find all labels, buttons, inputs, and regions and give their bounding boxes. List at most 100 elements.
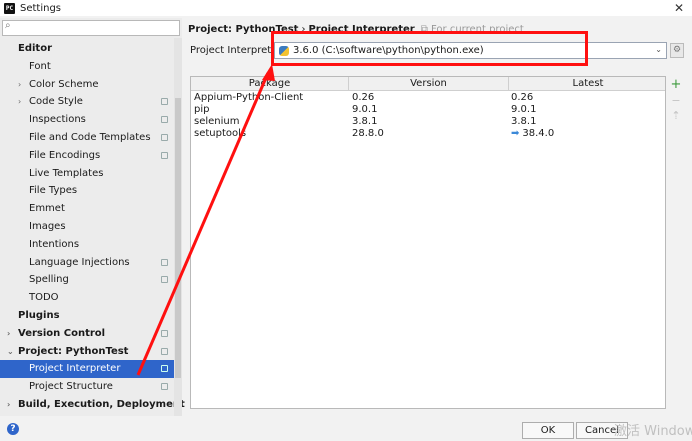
project-scope-icon [161,329,168,337]
sidebar-item-label: Live Templates [29,167,104,179]
package-latest-cell: 3.8.1 [511,116,536,128]
sidebar-scrollbar[interactable] [174,38,182,416]
sidebar-item-plugins[interactable]: Plugins [0,307,174,325]
sidebar-item-images[interactable]: Images [0,218,174,236]
project-scope-icon [161,347,168,355]
package-version-cell: 0.26 [352,92,374,104]
sidebar-item-label: Project Interpreter [29,363,121,375]
ok-button[interactable]: OK [522,422,574,439]
sidebar-item-label: Project Structure [29,381,113,393]
package-version-cell: 28.8.0 [352,128,384,140]
sidebar-item-label: Language Injections [29,256,130,268]
package-latest-cell-text: 3.8.1 [511,116,537,127]
annotation-highlight-box [271,31,588,66]
sidebar-item-version-control[interactable]: › Version Control [0,325,174,343]
sidebar-item-label: Version Control [18,327,106,339]
package-latest-cell: 0.26 [511,92,533,104]
sidebar-item-font[interactable]: Font [0,58,174,76]
package-latest-cell-text: 9.0.1 [511,104,537,115]
table-row[interactable]: selenium 3.8.1 3.8.1 [191,116,665,128]
gear-icon[interactable]: ⚙ [670,43,684,58]
chevron-right-icon[interactable]: › [7,325,10,343]
table-row[interactable]: setuptools 28.8.0 ➡ 38.4.0 [191,128,665,140]
package-name-cell-text: pip [194,104,210,115]
settings-tree: Editor Font › Color Scheme › Code Style Inspec… [0,40,185,414]
add-package-icon[interactable]: + [668,78,684,92]
project-scope-icon [161,276,168,284]
table-header: Package Version Latest [191,77,665,91]
column-header-latest[interactable]: Latest [509,77,667,91]
sidebar-item-label: Emmet [29,203,65,215]
settings-sidebar: ⌕ Editor Font › Color Scheme › Code Style Insp… [0,18,185,416]
chevron-down-icon: ⌄ [655,45,662,54]
upgrade-available-icon: ➡ [511,128,520,139]
sidebar-item-label: File and Code Templates [29,131,151,143]
sidebar-item-label: Color Scheme [29,78,99,90]
sidebar-item-spelling[interactable]: Spelling [0,271,174,289]
main-panel: Project: PythonTest › Project Interpreter ⧉… [182,18,692,416]
project-scope-icon [161,151,168,159]
package-name-cell-text: Appium-Python-Client [194,92,304,103]
project-scope-icon [161,98,168,106]
column-header-version[interactable]: Version [349,77,509,91]
sidebar-item-label: Project: PythonTest [18,345,129,357]
sidebar-item-color-scheme[interactable]: › Color Scheme [0,76,174,94]
sidebar-item-project-interpreter[interactable]: Project Interpreter [0,360,174,379]
sidebar-item-label: Editor [18,43,52,54]
packages-table: Package Version Latest Appium-Python-Cli… [190,76,666,409]
table-row[interactable]: Appium-Python-Client 0.26 0.26 [191,92,665,104]
sidebar-item-emmet[interactable]: Emmet [0,200,174,218]
window-title: Settings [20,2,62,14]
package-name-cell: selenium [194,116,240,128]
sidebar-item-live-templates[interactable]: Live Templates [0,165,174,183]
project-scope-icon [161,383,168,391]
table-row[interactable]: pip 9.0.1 9.0.1 [191,104,665,116]
sidebar-item-project-pythontest[interactable]: ⌄ Project: PythonTest [0,343,174,361]
chevron-right-icon[interactable]: › [7,396,10,414]
sidebar-item-editor[interactable]: Editor [0,40,174,58]
close-icon[interactable]: ✕ [674,0,684,16]
help-icon[interactable]: ? [7,423,19,435]
package-latest-cell-text: 0.26 [511,92,534,103]
sidebar-item-label: Spelling [29,274,69,286]
sidebar-item-code-style[interactable]: › Code Style [0,93,174,111]
upgrade-package-icon[interactable]: ⇡ [668,109,684,123]
dialog-footer: ? OK Cancel 激活 Window [0,418,692,441]
package-version-cell-text: 0.26 [352,92,375,103]
sidebar-item-file-and-code-templates[interactable]: File and Code Templates [0,129,174,147]
sidebar-item-label: Plugins [18,309,60,321]
sidebar-item-file-encodings[interactable]: File Encodings [0,147,174,165]
sidebar-item-label: File Types [29,185,78,197]
activation-watermark: 激活 Window [614,424,692,439]
sidebar-item-build-execution-deployment[interactable]: › Build, Execution, Deployment [0,396,185,414]
sidebar-item-label: TODO [29,292,59,304]
column-header-package[interactable]: Package [191,77,349,91]
sidebar-item-todo[interactable]: TODO [0,289,174,307]
project-scope-icon [161,365,168,373]
package-latest-cell-text: 38.4.0 [522,128,555,139]
package-name-cell: setuptools [194,128,246,140]
package-latest-cell: 9.0.1 [511,104,536,116]
remove-package-icon[interactable]: − [668,94,684,108]
package-version-cell: 9.0.1 [352,104,377,116]
package-name-cell: pip [194,104,209,116]
sidebar-item-file-types[interactable]: File Types [0,182,174,200]
sidebar-item-project-structure[interactable]: Project Structure [0,378,174,396]
chevron-right-icon[interactable]: › [18,93,21,111]
chevron-down-icon[interactable]: ⌄ [7,343,14,361]
sidebar-item-language-injections[interactable]: Language Injections [0,254,174,272]
package-version-cell-text: 28.8.0 [352,128,384,139]
settings-search-input[interactable]: ⌕ [2,20,180,36]
sidebar-item-intentions[interactable]: Intentions [0,236,174,254]
scrollbar-thumb[interactable] [175,98,181,378]
sidebar-item-inspections[interactable]: Inspections [0,111,174,129]
project-scope-icon [161,116,168,124]
package-version-cell: 3.8.1 [352,116,377,128]
package-name-cell: Appium-Python-Client [194,92,303,104]
package-name-cell-text: setuptools [194,128,247,139]
chevron-right-icon[interactable]: › [18,76,21,94]
sidebar-item-label: File Encodings [29,149,101,161]
package-latest-cell: ➡ 38.4.0 [511,128,554,140]
project-scope-icon [161,258,168,266]
sidebar-item-label: Images [29,220,66,232]
